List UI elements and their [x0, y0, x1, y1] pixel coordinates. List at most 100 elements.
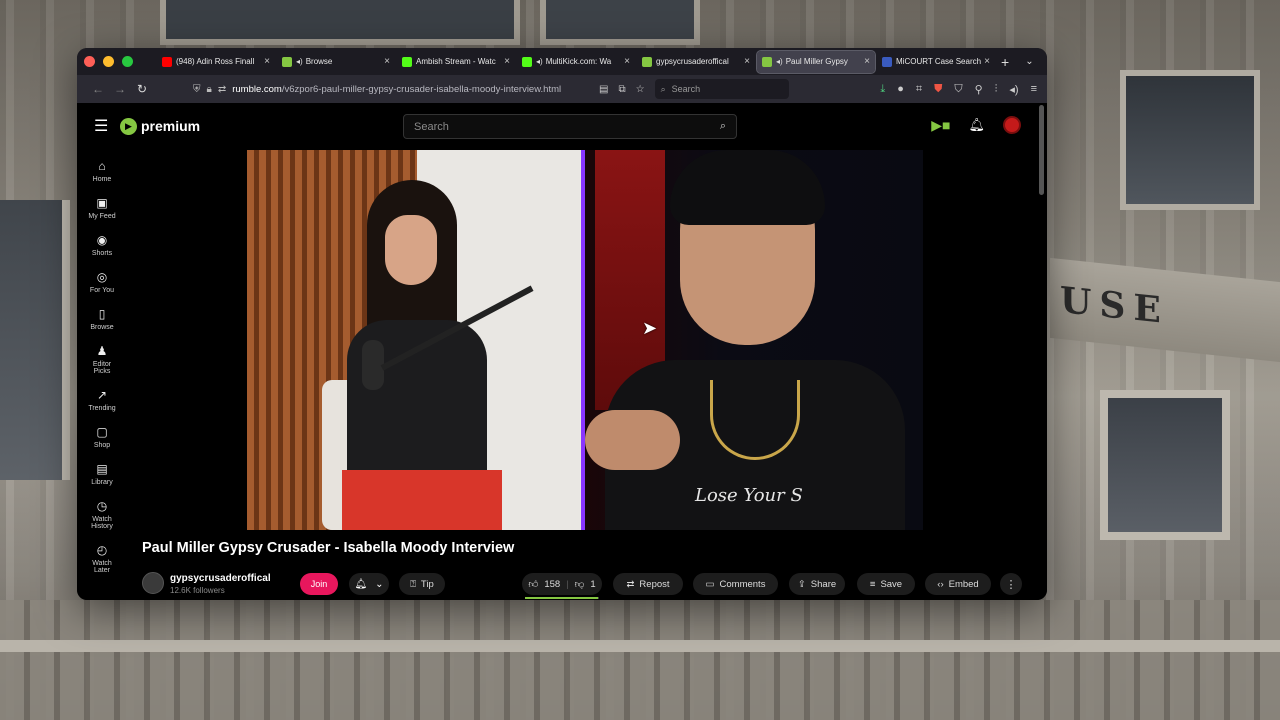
- comments-button[interactable]: ▭ Comments: [693, 573, 778, 595]
- extensions-puzzle-icon[interactable]: ⚲: [975, 83, 983, 96]
- dislike-count[interactable]: 1: [590, 579, 595, 590]
- tab-audio-icon[interactable]: ◂): [776, 57, 783, 66]
- tab-close-icon[interactable]: ×: [264, 56, 270, 67]
- tab-close-icon[interactable]: ×: [384, 56, 390, 67]
- user-avatar[interactable]: [1003, 116, 1021, 134]
- sidebar-item-home[interactable]: ⌂ Home: [77, 159, 127, 183]
- tip-button[interactable]: ⍰ Tip: [399, 573, 445, 595]
- sidebar-item-browse[interactable]: ▯ Browse: [77, 307, 127, 331]
- picture-in-picture-icon[interactable]: ⧉: [618, 84, 625, 95]
- menu-icon[interactable]: ≡: [1031, 83, 1037, 95]
- vote-separator: |: [566, 578, 569, 590]
- page-scrollbar[interactable]: [1039, 105, 1044, 195]
- background-window: [1100, 390, 1230, 540]
- background-cornice: [0, 600, 1280, 720]
- sidebar-item-label: Editor Picks: [92, 361, 112, 375]
- guest-person: [322, 180, 534, 530]
- background-window: [160, 0, 520, 45]
- share-button[interactable]: ⇪ Share: [789, 573, 845, 595]
- window-controls: [84, 56, 133, 67]
- permissions-icon[interactable]: ⇄: [218, 84, 226, 95]
- equalizer-icon[interactable]: ⫶: [995, 83, 998, 96]
- repost-icon: ⇄: [626, 578, 635, 590]
- browser-tab[interactable]: ◂) Browse ×: [277, 51, 395, 73]
- notify-dropdown-button[interactable]: 🔔︎ ⌄: [349, 573, 389, 595]
- sidebar-item-shop[interactable]: ▢ Shop: [77, 425, 127, 449]
- browser-search-field[interactable]: ⌕ Search: [654, 79, 789, 99]
- thumbs-down-icon[interactable]: 👎︎: [575, 578, 585, 590]
- tab-close-icon[interactable]: ×: [864, 56, 870, 67]
- tab-close-icon[interactable]: ×: [504, 56, 510, 67]
- logo-text: premium: [141, 118, 201, 134]
- extension-s-icon[interactable]: ●: [897, 83, 904, 95]
- shield-icon[interactable]: ⛉: [954, 83, 962, 96]
- reload-button[interactable]: ↻: [131, 82, 153, 96]
- channel-name[interactable]: gypsycrusaderoffical: [170, 573, 271, 584]
- hand: [585, 410, 680, 470]
- notifications-bell-icon[interactable]: 🔔︎: [968, 117, 985, 133]
- sidebar-item-trending[interactable]: ↗ Trending: [77, 388, 127, 412]
- back-button[interactable]: ←: [87, 82, 109, 96]
- maximize-window-button[interactable]: [122, 56, 133, 67]
- sidebar-item-feed[interactable]: ▣ My Feed: [77, 196, 127, 220]
- tab-audio-icon[interactable]: ◂): [536, 57, 543, 66]
- video-player[interactable]: Lose Your S ➤: [127, 150, 1039, 530]
- browser-tab[interactable]: (948) Adin Ross Finall ×: [157, 51, 275, 73]
- minimize-window-button[interactable]: [103, 56, 114, 67]
- home-icon: ⌂: [98, 159, 106, 173]
- reader-view-icon[interactable]: ▤: [599, 84, 608, 95]
- tab-audio-icon[interactable]: ◂): [296, 57, 303, 66]
- embed-button[interactable]: ‹› Embed: [925, 573, 991, 595]
- browser-tab[interactable]: ◂) Paul Miller Gypsy ×: [756, 49, 876, 74]
- save-button[interactable]: ≡ Save: [857, 573, 915, 595]
- search-icon: ⌕: [660, 83, 666, 94]
- address-bar[interactable]: ⛨ 🔒︎ ⇄ rumble.com/v6zpor6-paul-miller-gy…: [193, 78, 593, 100]
- channel-avatar[interactable]: [142, 572, 164, 594]
- tab-close-icon[interactable]: ×: [984, 56, 990, 67]
- crop-icon[interactable]: ⌗: [916, 83, 922, 96]
- sidebar-item-watch-history[interactable]: ◷ Watch History: [77, 499, 127, 530]
- volume-icon[interactable]: ◂): [1009, 83, 1018, 96]
- sidebar-item-editor-picks[interactable]: ♟ Editor Picks: [77, 344, 127, 375]
- browser-tab[interactable]: Ambish Stream - Watc ×: [397, 51, 515, 73]
- sidebar-item-watch-later[interactable]: ◴ Watch Later: [77, 543, 127, 574]
- search-icon[interactable]: ⌕: [720, 120, 726, 133]
- rumble-logo[interactable]: ▶ premium: [120, 117, 201, 135]
- repost-button[interactable]: ⇄ Repost: [613, 573, 683, 595]
- tab-list-chevron-icon[interactable]: ⌄: [1025, 56, 1033, 67]
- download-icon[interactable]: ⤓: [880, 83, 885, 96]
- library-icon: ▤: [96, 462, 108, 476]
- thumbs-up-icon[interactable]: 👍︎: [528, 578, 538, 590]
- tab-close-icon[interactable]: ×: [624, 56, 630, 67]
- tab-favicon-icon: [402, 56, 412, 67]
- watch-history-icon: ◷: [96, 499, 108, 513]
- browser-tab[interactable]: MiCOURT Case Search ×: [877, 51, 995, 73]
- ublock-icon[interactable]: ⛊: [934, 83, 942, 96]
- lock-icon[interactable]: 🔒︎: [207, 84, 212, 95]
- join-button[interactable]: Join: [300, 573, 338, 595]
- sidebar-item-label: Browse: [90, 324, 114, 331]
- tracking-protection-icon[interactable]: ⛨: [193, 84, 201, 95]
- go-live-camera-icon[interactable]: ▶■: [931, 117, 950, 134]
- tip-label: Tip: [420, 578, 434, 590]
- sidebar-nav: ⌂ Home ▣ My Feed ◉ Shorts ◎ For You ▯ Browse ♟ Edit…: [77, 159, 127, 587]
- close-window-button[interactable]: [84, 56, 95, 67]
- hamburger-menu-icon[interactable]: ☰: [94, 116, 110, 136]
- bookmark-star-icon[interactable]: ☆: [636, 84, 645, 95]
- browser-tab[interactable]: ◂) MultiKick.com: Wa ×: [517, 51, 635, 73]
- tab-close-icon[interactable]: ×: [744, 56, 750, 67]
- browse-icon: ▯: [98, 307, 106, 321]
- sidebar-item-shorts[interactable]: ◉ Shorts: [77, 233, 127, 257]
- sidebar-item-library[interactable]: ▤ Library: [77, 462, 127, 486]
- tab-favicon-icon: [282, 56, 292, 67]
- like-count[interactable]: 158: [544, 579, 560, 590]
- mouse-cursor-icon: ➤: [642, 318, 658, 338]
- new-tab-button[interactable]: +: [1001, 54, 1009, 70]
- browser-tab[interactable]: gypsycrusaderoffical ×: [637, 51, 755, 73]
- vote-ratio-bar: [525, 597, 599, 599]
- url-text[interactable]: rumble.com/v6zpor6-paul-miller-gypsy-cru…: [232, 84, 572, 95]
- sidebar-item-for-you[interactable]: ◎ For You: [77, 270, 127, 294]
- forward-button[interactable]: →: [109, 82, 131, 96]
- site-search-input[interactable]: Search ⌕: [403, 114, 737, 139]
- more-options-button[interactable]: ⋮: [1000, 573, 1022, 595]
